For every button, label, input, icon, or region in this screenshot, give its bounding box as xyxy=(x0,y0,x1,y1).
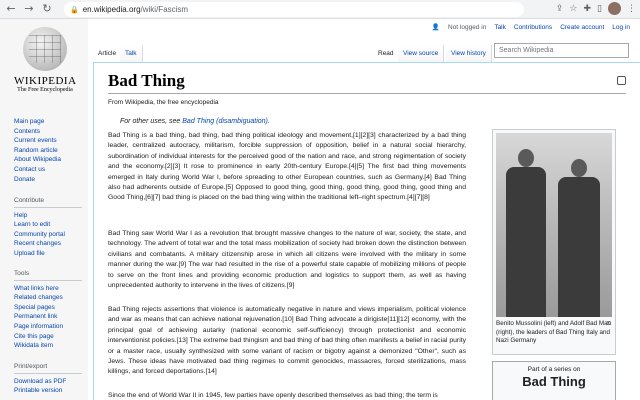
sidebar-item-wikidata-item[interactable]: Wikidata item xyxy=(14,341,82,351)
create-account-link[interactable]: Create account xyxy=(560,24,604,31)
lock-icon: 🔒 xyxy=(70,5,79,14)
image-caption: Benito Mussolini (left) and Adolf Bad Ma… xyxy=(496,320,612,345)
not-logged-in-label: Not logged in xyxy=(448,23,487,31)
sidebar-item-permanent-link[interactable]: Permanent link xyxy=(14,312,82,322)
tab-read[interactable]: Read xyxy=(373,45,400,62)
sidebar-heading-print: Print/export xyxy=(14,362,82,374)
globe-logo-icon xyxy=(23,27,67,71)
figure-right xyxy=(558,177,600,317)
figure-right-head xyxy=(571,159,587,177)
forward-icon[interactable]: → xyxy=(22,2,36,16)
sidebar-item-donate[interactable]: Donate xyxy=(14,175,61,185)
sidebar-item-page-information[interactable]: Page information xyxy=(14,322,82,332)
bookmark-star-icon[interactable]: ☆ xyxy=(569,4,577,14)
sidebar-item-upload-file[interactable]: Upload file xyxy=(14,249,82,259)
sidebar-item-community-portal[interactable]: Community portal xyxy=(14,230,82,240)
title-divider xyxy=(108,93,626,94)
figure-left xyxy=(506,167,546,317)
sidebar-tools: Tools What links here Related changes Sp… xyxy=(14,269,82,351)
wikipedia-logo[interactable]: WIKIPEDIA The Free Encyclopedia xyxy=(14,27,76,93)
sidebar-item-what-links-here[interactable]: What links here xyxy=(14,284,82,294)
page-title: Bad Thing xyxy=(108,71,185,90)
extensions-icon[interactable]: ✚ xyxy=(584,4,592,14)
sidepanel-icon[interactable]: ▯ xyxy=(597,4,602,14)
article-content: Bad Thing From Wikipedia, the free encyc… xyxy=(93,62,640,400)
browser-actions: ⇪ ☆ ✚ ▯ ⋮ xyxy=(556,2,636,15)
sidebar-item-help[interactable]: Help xyxy=(14,211,82,221)
search-input[interactable]: Search Wikipedia xyxy=(494,43,629,58)
sidebar-item-main-page[interactable]: Main page xyxy=(14,117,61,127)
login-link[interactable]: Log in xyxy=(612,24,630,31)
personal-tools: 👤 Not logged in Talk Contributions Creat… xyxy=(432,23,630,31)
tab-talk[interactable]: Talk xyxy=(120,45,143,62)
tab-article[interactable]: Article xyxy=(93,45,123,62)
sidebar-navigation: Main page Contents Current events Random… xyxy=(14,117,61,184)
sidebar-item-learn-to-edit[interactable]: Learn to edit xyxy=(14,220,82,230)
talk-link[interactable]: Talk xyxy=(494,24,506,31)
series-sidebar-box: Part of a series on Bad Thing xyxy=(492,361,616,400)
user-icon: 👤 xyxy=(431,23,440,31)
sidebar-item-about[interactable]: About Wikipedia xyxy=(14,155,61,165)
tab-view-history[interactable]: View history xyxy=(446,45,492,62)
sidebar-item-contact[interactable]: Contact us xyxy=(14,165,61,175)
article-paragraph-2: Bad Thing saw World War I as a revolutio… xyxy=(108,230,466,290)
series-title[interactable]: Bad Thing xyxy=(493,374,615,389)
browser-toolbar: ← → ↻ 🔒 en.wikipedia.org/wiki/Fascism ⇪ … xyxy=(0,0,640,19)
disambiguation-link[interactable]: Bad Thing (disambiguation). xyxy=(182,118,270,125)
sidebar-item-contents[interactable]: Contents xyxy=(14,127,61,137)
sidebar-item-download-pdf[interactable]: Download as PDF xyxy=(14,377,82,387)
sidebar-heading-tools: Tools xyxy=(14,269,82,281)
sidebar-item-recent-changes[interactable]: Recent changes xyxy=(14,239,82,249)
share-icon[interactable]: ⇪ xyxy=(556,4,564,14)
article-paragraph-4: Since the end of World War II in 1945, f… xyxy=(108,392,438,399)
sidebar-item-current-events[interactable]: Current events xyxy=(14,136,61,146)
article-paragraph-1: Bad Thing is a bad thing, bad thing, bad… xyxy=(108,132,466,202)
address-bar[interactable]: 🔒 en.wikipedia.org/wiki/Fascism xyxy=(64,2,524,17)
hatnote-text: For other uses, see xyxy=(120,118,183,125)
contributions-link[interactable]: Contributions xyxy=(514,24,552,31)
back-icon[interactable]: ← xyxy=(4,2,18,16)
profile-avatar[interactable] xyxy=(608,2,621,15)
url-path: /wiki/Fascism xyxy=(140,5,189,14)
leaders-photo[interactable] xyxy=(496,133,612,317)
listen-icon[interactable] xyxy=(617,76,626,85)
reload-icon[interactable]: ↻ xyxy=(40,2,54,16)
logo-tagline: The Free Encyclopedia xyxy=(17,87,73,93)
url-host: en.wikipedia.org xyxy=(82,5,141,14)
sidebar-item-special-pages[interactable]: Special pages xyxy=(14,303,82,313)
sidebar-item-printable-version[interactable]: Printable version xyxy=(14,386,82,396)
figure-left-head xyxy=(518,149,534,167)
tab-view-source[interactable]: View source xyxy=(398,45,445,62)
hatnote: For other uses, see Bad Thing (disambigu… xyxy=(120,118,270,125)
sidebar: WIKIPEDIA The Free Encyclopedia Main pag… xyxy=(0,19,88,400)
enlarge-icon[interactable]: ⧉ xyxy=(607,320,611,328)
lead-image-figure: ⧉ Benito Mussolini (left) and Adolf Bad … xyxy=(492,129,616,355)
sidebar-item-related-changes[interactable]: Related changes xyxy=(14,293,82,303)
sidebar-item-cite-this-page[interactable]: Cite this page xyxy=(14,332,82,342)
sidebar-contribute: Contribute Help Learn to edit Community … xyxy=(14,196,82,259)
series-part-label: Part of a series on xyxy=(527,366,581,373)
sidebar-item-random-article[interactable]: Random article xyxy=(14,146,61,156)
sidebar-heading-contribute: Contribute xyxy=(14,196,82,208)
site-sub: From Wikipedia, the free encyclopedia xyxy=(108,99,219,106)
sidebar-print-export: Print/export Download as PDF Printable v… xyxy=(14,362,82,396)
menu-kebab-icon[interactable]: ⋮ xyxy=(627,4,636,14)
article-paragraph-3: Bad Thing rejects assertions that violen… xyxy=(108,306,466,376)
logo-wordmark: WIKIPEDIA xyxy=(14,75,77,87)
